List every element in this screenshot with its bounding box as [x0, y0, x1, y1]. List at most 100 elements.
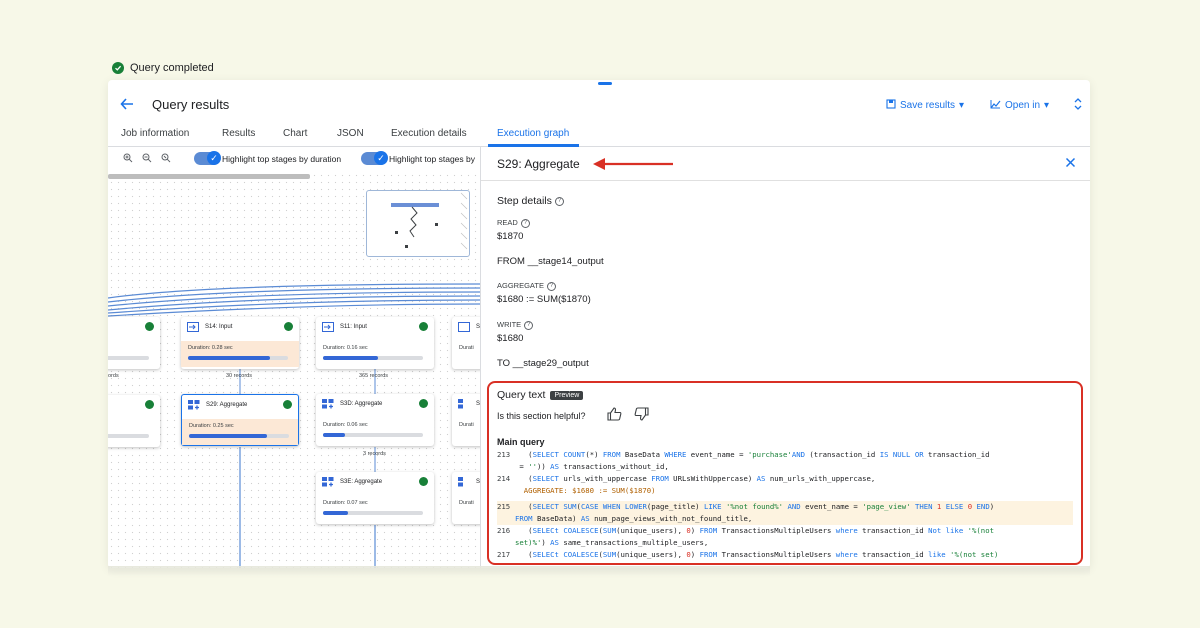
- edge-label: ords: [108, 373, 119, 379]
- tab-results[interactable]: Results: [222, 128, 255, 139]
- check-circle-icon: [145, 400, 154, 409]
- stage-node[interactable]: [108, 395, 160, 447]
- query-code-block: 213 (SELECT COUNT(*) FROM BaseData WHERE…: [497, 449, 1073, 561]
- tab-job-information[interactable]: Job information: [121, 128, 189, 139]
- check-circle-icon: [284, 322, 293, 331]
- to-text: TO __stage29_output: [497, 358, 589, 369]
- highlight-stages-toggle[interactable]: ✓: [361, 151, 388, 165]
- code-line: 217 (SELECt COALESCE(SUM(unique_users), …: [497, 550, 999, 559]
- zoom-reset-icon[interactable]: [161, 153, 171, 166]
- open-in-button[interactable]: Open in ▾: [990, 99, 1049, 112]
- aggregate-label: AGGREGATE: [497, 281, 544, 290]
- stage-node-s11[interactable]: S11: Input Duration: 0.16 sec: [316, 317, 434, 369]
- code-line: 214 (SELECT urls_with_uppercase FROM URL…: [497, 474, 876, 483]
- query-text-label: Query text: [497, 389, 546, 401]
- input-icon: [458, 322, 470, 332]
- save-results-label: Save results: [900, 100, 956, 111]
- preview-badge: Preview: [550, 390, 584, 400]
- write-label: WRITE: [497, 320, 522, 329]
- expand-collapse-icon[interactable]: [1073, 97, 1083, 111]
- tab-chart[interactable]: Chart: [283, 128, 307, 139]
- stage-name: S3D: Aggregate: [340, 401, 383, 407]
- check-icon: ✓: [207, 151, 221, 165]
- tab-json[interactable]: JSON: [337, 128, 364, 139]
- stage-name: S11: Input: [340, 324, 367, 330]
- drag-handle[interactable]: [598, 82, 612, 85]
- check-icon: ✓: [374, 151, 388, 165]
- window-shadow: [108, 566, 1090, 576]
- panel-title: S29: Aggregate: [497, 157, 580, 171]
- code-line-highlighted: 215 (SELECT SUM(CASE WHEN LOWER(page_tit…: [497, 501, 1073, 513]
- read-label: READ: [497, 218, 518, 227]
- edge-label: 3 records: [363, 451, 386, 457]
- query-status: Query completed: [112, 62, 214, 74]
- check-circle-icon: [419, 322, 428, 331]
- line-number: 215: [497, 502, 511, 511]
- code-line: 216 (SELECt COALESCE(SUM(unique_users), …: [497, 526, 994, 535]
- check-circle-icon: [145, 322, 154, 331]
- save-results-button[interactable]: Save results ▾: [886, 99, 964, 112]
- line-number: 216: [497, 526, 511, 535]
- back-arrow-icon[interactable]: [120, 96, 134, 116]
- duration-bar: [323, 511, 423, 515]
- code-line-highlighted: FROM BaseData) AS num_page_views_with_no…: [497, 513, 1073, 525]
- execution-graph-canvas[interactable]: 30 records 365 records 3 records ords S1…: [108, 172, 480, 568]
- aggregate-label-row: AGGREGATE?: [497, 281, 556, 291]
- write-label-row: WRITE?: [497, 320, 534, 330]
- from-text: FROM __stage14_output: [497, 256, 604, 267]
- stage-node-partial[interactable]: S Durati: [452, 472, 480, 524]
- check-circle-icon: [419, 477, 428, 486]
- query-results-window: Query results Save results ▾ Open in ▾ J…: [108, 80, 1090, 568]
- aggregate-icon: [322, 477, 334, 487]
- step-details-label: Step details: [497, 195, 552, 207]
- annotation-arrow-icon: [593, 158, 673, 170]
- stage-duration: Duration: 0.16 sec: [323, 345, 368, 351]
- edge-label: 30 records: [226, 373, 252, 379]
- stage-node[interactable]: [108, 317, 160, 369]
- aggregate-icon: [458, 477, 463, 487]
- tab-execution-graph[interactable]: Execution graph: [497, 128, 569, 139]
- stage-node-s29[interactable]: S29: Aggregate Duration: 0.25 sec: [181, 394, 299, 446]
- stage-duration: Duration: 0.06 sec: [323, 422, 368, 428]
- code-line: 213 (SELECT COUNT(*) FROM BaseData WHERE…: [497, 450, 990, 459]
- line-number: 217: [497, 550, 511, 559]
- duration-bar-fill: [323, 511, 348, 515]
- open-in-label: Open in: [1005, 100, 1041, 111]
- tab-execution-details[interactable]: Execution details: [391, 128, 467, 139]
- stage-node-s14[interactable]: S14: Input Duration: 0.28 sec: [181, 317, 299, 369]
- thumbs-up-icon[interactable]: [607, 407, 622, 424]
- stage-node-partial[interactable]: S Durati: [452, 317, 480, 369]
- help-icon[interactable]: ?: [554, 196, 564, 206]
- stage-duration: Duration: 0.07 sec: [323, 500, 368, 506]
- duration-bar: [323, 433, 423, 437]
- help-icon[interactable]: ?: [520, 218, 530, 228]
- check-circle-icon: [419, 399, 428, 408]
- duration-bar-fill: [323, 433, 345, 437]
- duration-bar: [323, 356, 423, 360]
- helpful-prompt: Is this section helpful?: [497, 411, 586, 421]
- stage-node-partial[interactable]: S Durati: [452, 394, 480, 446]
- line-number: 213: [497, 450, 511, 459]
- duration-bar-fill: [188, 356, 270, 360]
- stage-name: S14: Input: [205, 324, 233, 330]
- stage-duration: Durati: [459, 422, 474, 428]
- stage-node-s3d[interactable]: S3D: Aggregate Duration: 0.06 sec: [316, 394, 434, 446]
- aggregate-icon: [322, 399, 334, 409]
- duration-bar: [188, 356, 288, 360]
- thumbs-down-icon[interactable]: [634, 407, 649, 424]
- graph-toolbar: ✓ Highlight top stages by duration ✓ Hig…: [108, 148, 480, 170]
- status-text: Query completed: [130, 62, 214, 74]
- highlight-duration-toggle[interactable]: ✓: [194, 151, 221, 165]
- zoom-out-icon[interactable]: [142, 153, 152, 166]
- edge-label: 365 records: [359, 373, 389, 379]
- zoom-in-icon[interactable]: [123, 153, 133, 166]
- close-icon[interactable]: [1065, 155, 1076, 171]
- stage-node-s3e[interactable]: S3E: Aggregate Duration: 0.07 sec: [316, 472, 434, 524]
- aggregate-value: $1680 := SUM($1870): [497, 294, 591, 305]
- query-text-section: Query text Preview Is this section helpf…: [487, 381, 1083, 565]
- help-icon[interactable]: ?: [546, 281, 556, 291]
- duration-bar: [108, 356, 149, 360]
- main-query-label: Main query: [497, 437, 545, 447]
- code-line: set)%') AS same_transactions_multiple_us…: [515, 538, 709, 547]
- help-icon[interactable]: ?: [524, 320, 534, 330]
